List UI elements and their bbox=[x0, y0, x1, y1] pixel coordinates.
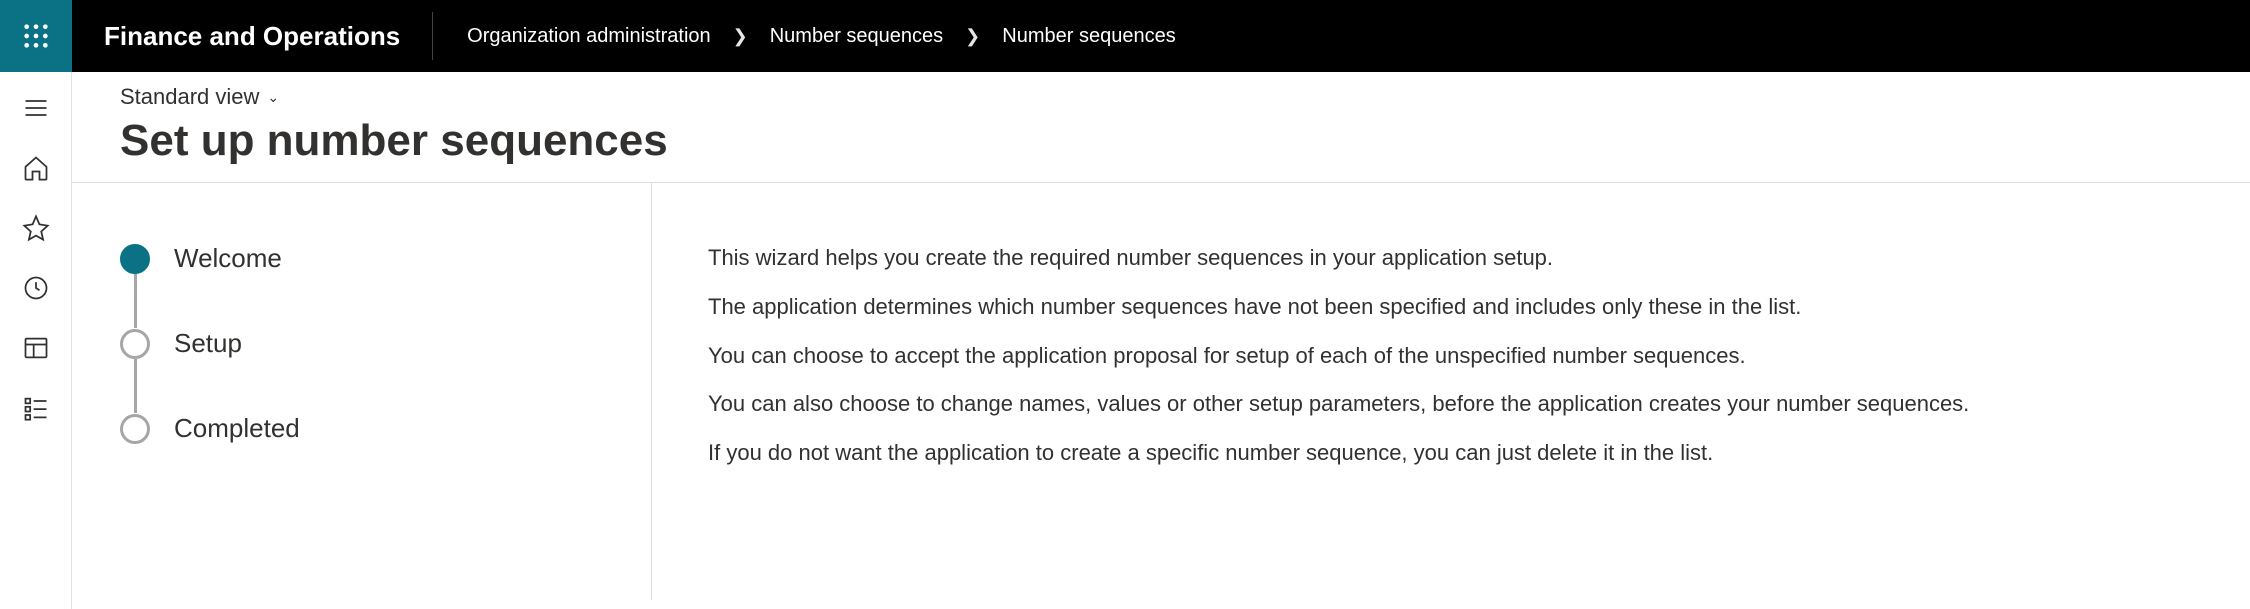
home-icon bbox=[22, 154, 50, 182]
modules-button[interactable] bbox=[0, 380, 72, 436]
modules-icon bbox=[22, 394, 50, 422]
step-label: Completed bbox=[174, 413, 300, 444]
view-label: Standard view bbox=[120, 84, 259, 110]
content-area: Standard view ⌄ Set up number sequences … bbox=[72, 72, 2250, 609]
step-dot-icon bbox=[120, 414, 150, 444]
wizard-paragraph: You can also choose to change names, val… bbox=[708, 389, 1969, 420]
favorites-button[interactable] bbox=[0, 200, 72, 256]
wizard-paragraph: If you do not want the application to cr… bbox=[708, 438, 1969, 469]
wizard-content: This wizard helps you create the require… bbox=[652, 183, 2025, 600]
wizard-paragraph: The application determines which number … bbox=[708, 292, 1969, 323]
view-selector[interactable]: Standard view ⌄ bbox=[120, 84, 279, 110]
home-button[interactable] bbox=[0, 140, 72, 196]
star-icon bbox=[22, 214, 50, 242]
step-connector bbox=[134, 274, 137, 328]
app-launcher-button[interactable] bbox=[0, 0, 72, 72]
workspaces-button[interactable] bbox=[0, 320, 72, 376]
wizard-paragraph: This wizard helps you create the require… bbox=[708, 243, 1969, 274]
waffle-icon bbox=[22, 22, 50, 50]
wizard-body: Welcome Setup Completed This wizard help… bbox=[72, 183, 2250, 600]
page-title: Set up number sequences bbox=[120, 116, 2202, 166]
wizard-step-welcome[interactable]: Welcome bbox=[120, 243, 603, 274]
app-title: Finance and Operations bbox=[72, 21, 432, 52]
step-dot-icon bbox=[120, 329, 150, 359]
breadcrumb-item[interactable]: Number sequences bbox=[770, 25, 943, 48]
nav-rail bbox=[0, 72, 72, 609]
recent-button[interactable] bbox=[0, 260, 72, 316]
breadcrumb-item[interactable]: Organization administration bbox=[467, 25, 710, 48]
wizard-steps: Welcome Setup Completed bbox=[72, 183, 652, 600]
wizard-step-completed[interactable]: Completed bbox=[120, 413, 603, 444]
breadcrumb-item[interactable]: Number sequences bbox=[1002, 25, 1175, 48]
clock-icon bbox=[22, 274, 50, 302]
top-header: Finance and Operations Organization admi… bbox=[0, 0, 2250, 72]
step-label: Setup bbox=[174, 328, 242, 359]
wizard-paragraph: You can choose to accept the application… bbox=[708, 341, 1969, 372]
wizard-step-setup[interactable]: Setup bbox=[120, 328, 603, 359]
breadcrumb: Organization administration ❯ Number seq… bbox=[433, 25, 1176, 48]
menu-button[interactable] bbox=[0, 80, 72, 136]
chevron-right-icon: ❯ bbox=[965, 26, 980, 47]
chevron-down-icon: ⌄ bbox=[267, 89, 279, 106]
workspace-icon bbox=[22, 334, 50, 362]
chevron-right-icon: ❯ bbox=[733, 26, 748, 47]
step-connector bbox=[134, 359, 137, 413]
title-bar: Standard view ⌄ Set up number sequences bbox=[72, 72, 2250, 183]
hamburger-icon bbox=[22, 94, 50, 122]
step-dot-icon bbox=[120, 244, 150, 274]
step-label: Welcome bbox=[174, 243, 282, 274]
